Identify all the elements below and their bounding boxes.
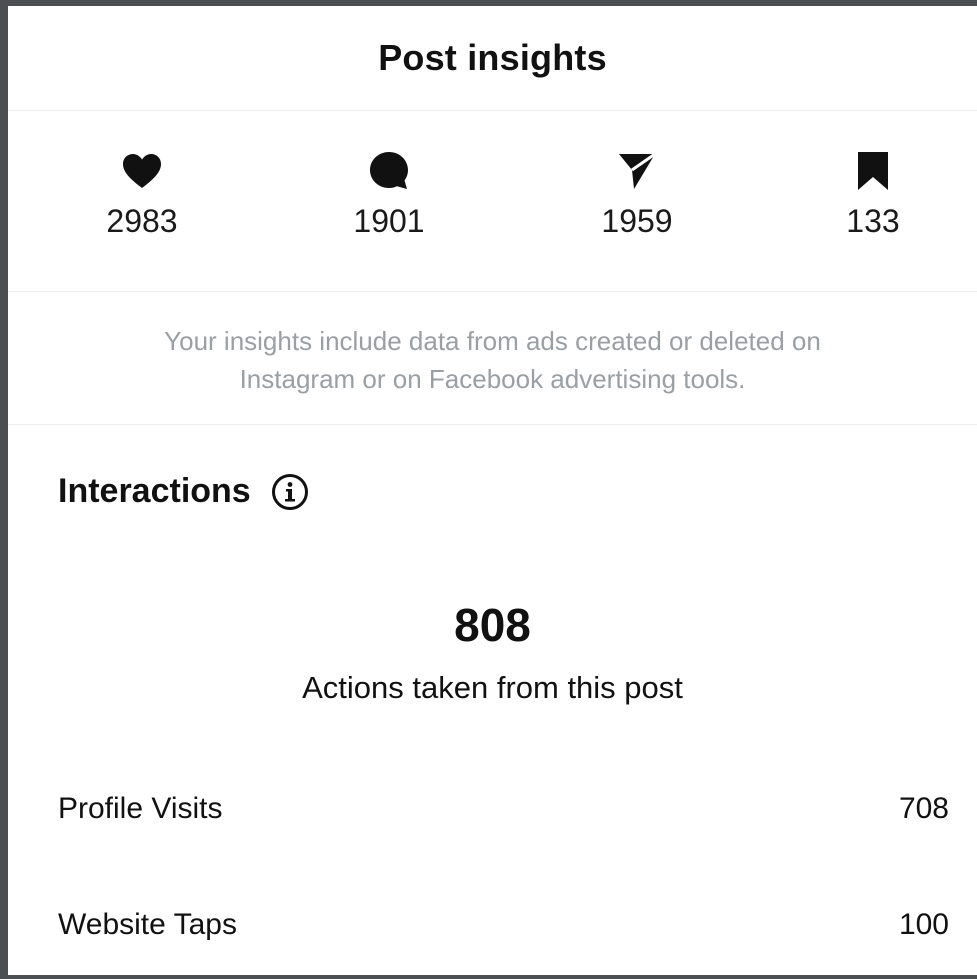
likes-stat[interactable]: 2983 [62,151,222,240]
notice-line-1: Your insights include data from ads crea… [164,326,821,356]
profile-visits-row: Profile Visits 708 [58,792,949,826]
saves-count: 133 [846,203,900,239]
shares-count: 1959 [601,203,673,239]
comment-icon [369,151,409,191]
post-insights-screen: Post insights 2983 1901 1959 133 Your in… [0,0,977,979]
comments-count: 1901 [353,203,425,239]
metric-label: Website Taps [58,908,237,941]
heart-icon [122,151,162,191]
bookmark-icon [856,151,890,191]
page-title: Post insights [378,37,607,78]
section-title: Interactions [58,472,251,510]
website-taps-row: Website Taps 100 [58,908,949,942]
share-icon [617,151,657,191]
total-actions-caption: Actions taken from this post [302,670,683,705]
total-actions: 808 [454,599,531,651]
info-icon[interactable] [271,473,309,511]
divider [8,424,977,425]
likes-count: 2983 [106,203,178,239]
header: Post insights [8,6,977,111]
shares-stat[interactable]: 1959 [557,151,717,240]
interactions-heading: Interactions [58,472,309,511]
engagement-stats: 2983 1901 1959 133 [8,111,977,292]
notice-line-2: Instagram or on Facebook advertising too… [239,364,746,394]
saves-stat[interactable]: 133 [793,151,953,240]
metric-value: 100 [898,908,949,941]
ads-data-notice: Your insights include data from ads crea… [8,322,977,422]
metric-value: 708 [898,792,949,825]
comments-stat[interactable]: 1901 [309,151,469,240]
metric-label: Profile Visits [58,792,223,825]
